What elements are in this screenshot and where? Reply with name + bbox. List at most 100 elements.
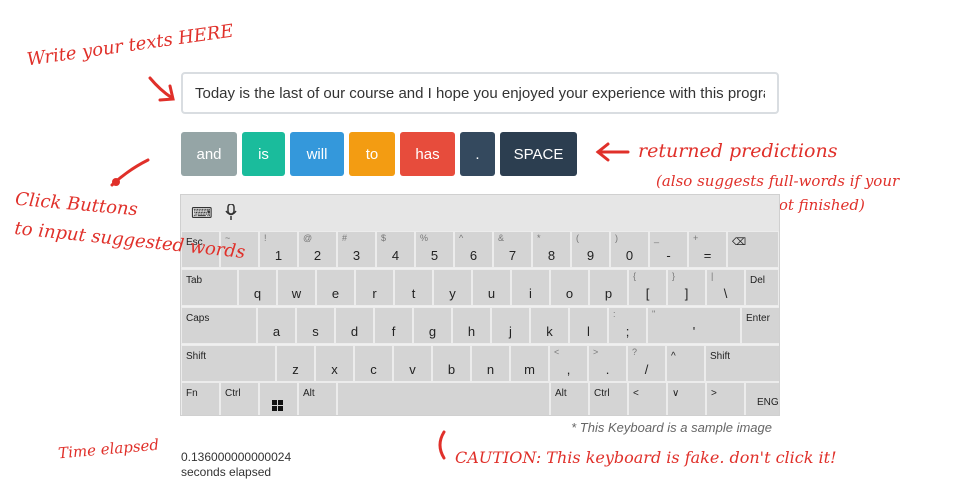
prediction-button-will[interactable]: will xyxy=(290,132,344,176)
key-a: a xyxy=(257,307,296,344)
key-5: % 5 xyxy=(415,231,454,268)
key-label: Tab xyxy=(186,275,203,286)
key-main-label: 0 xyxy=(625,248,634,263)
key-main-label: 5 xyxy=(430,248,439,263)
key-main-label: / xyxy=(644,362,649,377)
arrow-to-predictions-head xyxy=(595,142,610,162)
key-shift-label: " xyxy=(652,309,656,319)
key-label: ^ xyxy=(671,351,676,362)
key-sym: ∨ xyxy=(667,382,706,415)
prediction-button-has[interactable]: has xyxy=(400,132,455,176)
write-here-annotation: Write your texts HERE xyxy=(25,20,235,71)
key-main-label: r xyxy=(372,286,377,301)
key-fn: Fn xyxy=(181,382,220,415)
key-caps: Caps xyxy=(181,307,257,344)
key-main-label: a xyxy=(272,324,281,339)
sample-keyboard: ⌨ Esc ~ `! 1 @2 #3 $4% 5 ^ 6 & 7 * 8(9) 0 _ - + = ⌫ Tab q w e r t… xyxy=(180,194,780,416)
key-main-label: e xyxy=(331,286,340,301)
time-elapsed-annotation: Time elapsed xyxy=(57,435,160,463)
key-shift-label: { xyxy=(633,271,637,281)
key-main-label: . xyxy=(605,362,610,377)
key-c: c xyxy=(354,345,393,382)
key-j: j xyxy=(491,307,530,344)
prediction-button-space[interactable]: SPACE xyxy=(500,132,577,176)
key-blank xyxy=(337,382,550,415)
key-label: < xyxy=(633,388,639,399)
key-label: ∨ xyxy=(672,388,680,399)
key-shift-label: & xyxy=(498,233,505,243)
key-shift-label: } xyxy=(672,271,676,281)
key-main-label: f xyxy=(391,324,396,339)
key-main-label: = xyxy=(703,248,712,263)
returned-predictions-note-line1: (also suggests full-words if your xyxy=(656,172,900,190)
key-v: v xyxy=(393,345,432,382)
prediction-button-period[interactable]: . xyxy=(460,132,495,176)
key-main-label: w xyxy=(291,286,302,301)
key-k: k xyxy=(530,307,569,344)
key-main-label: y xyxy=(449,286,456,301)
key-main-label: p xyxy=(604,286,613,301)
key-main-label: b xyxy=(447,362,456,377)
prediction-button-is[interactable]: is xyxy=(242,132,285,176)
key-main-label: 2 xyxy=(313,248,322,263)
key-sym: ? / xyxy=(627,345,666,382)
key-label: Alt xyxy=(555,388,567,399)
click-buttons-annotation-line1: Click Buttons xyxy=(14,188,139,221)
prediction-button-and[interactable]: and xyxy=(181,132,237,176)
key-shift-label: ^ xyxy=(459,233,464,243)
key-shift-label: ! xyxy=(264,233,267,243)
key-label: Ctrl xyxy=(225,388,241,399)
key-alt: Alt xyxy=(550,382,589,415)
key-main-label: j xyxy=(509,324,512,339)
key-main-label: s xyxy=(312,324,319,339)
key-main-label: ' xyxy=(692,324,696,339)
key-shift-label: ? xyxy=(632,347,638,357)
key-main-label: h xyxy=(467,324,476,339)
key-shift-label: $ xyxy=(381,233,387,243)
key-s: s xyxy=(296,307,335,344)
prediction-button-to[interactable]: to xyxy=(349,132,395,176)
key-d: d xyxy=(335,307,374,344)
key-tab: Tab xyxy=(181,269,238,306)
key-eng: ENG xyxy=(745,382,779,415)
key-q: q xyxy=(238,269,277,306)
keyboard-caption: * This Keyboard is a sample image xyxy=(571,420,772,435)
key-main-label: 1 xyxy=(274,248,283,263)
key-main-label: u xyxy=(487,286,496,301)
key-l: l xyxy=(569,307,608,344)
key-main-label: n xyxy=(486,362,495,377)
key-main-label: k xyxy=(546,324,553,339)
timer-unit: seconds elapsed xyxy=(181,465,272,479)
key-shift-label: @ xyxy=(303,233,313,243)
key-shift-label: ( xyxy=(576,233,579,243)
key-3: #3 xyxy=(337,231,376,268)
key-main-label: v xyxy=(409,362,416,377)
key-label: Alt xyxy=(303,388,315,399)
text-input[interactable] xyxy=(181,72,779,114)
key-shift-label: | xyxy=(711,271,714,281)
key-main-label: 4 xyxy=(391,248,400,263)
key-w: w xyxy=(277,269,316,306)
key-shift-label: * xyxy=(537,233,541,243)
key-sym: < xyxy=(628,382,667,415)
key-x: x xyxy=(315,345,354,382)
windows-icon xyxy=(272,398,283,415)
caution-annotation: CAUTION: This keyboard is fake. don't cl… xyxy=(455,448,837,467)
key-7: & 7 xyxy=(493,231,532,268)
key-main-label: 9 xyxy=(586,248,595,263)
key-o: o xyxy=(550,269,589,306)
key-shift-label: : xyxy=(613,309,616,319)
key-h: h xyxy=(452,307,491,344)
key-label: Shift xyxy=(186,351,207,362)
arrow-to-buttons-tail xyxy=(112,178,120,186)
key-sym: _ - xyxy=(649,231,688,268)
key-main-label: i xyxy=(529,286,532,301)
key-main-label: [ xyxy=(645,286,650,301)
key-sym: {[ xyxy=(628,269,667,306)
key-shift-label: > xyxy=(593,347,599,357)
key-main-label: o xyxy=(565,286,574,301)
key-label: Fn xyxy=(186,388,198,399)
key-main-label: l xyxy=(587,324,590,339)
key-ctrl: Ctrl xyxy=(589,382,628,415)
key-r: r xyxy=(355,269,394,306)
